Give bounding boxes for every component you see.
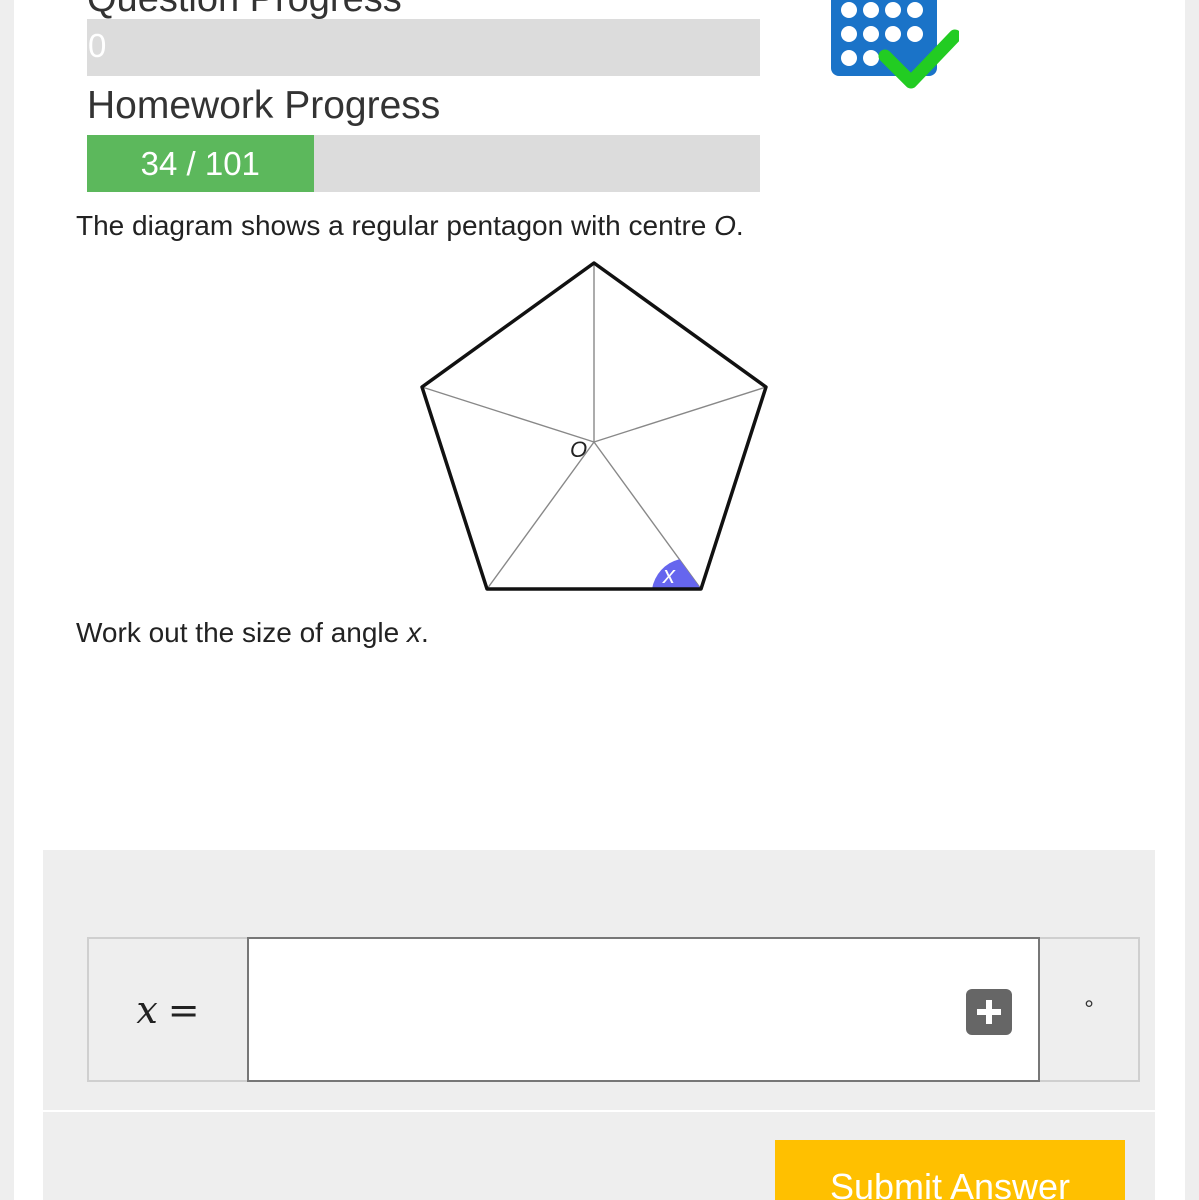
- question-progress-value: 0: [88, 27, 107, 64]
- question-progress-label: Question Progress: [87, 0, 402, 21]
- submit-answer-button[interactable]: Submit Answer: [775, 1140, 1125, 1200]
- answer-row: x = °: [87, 937, 1140, 1082]
- answer-input[interactable]: [249, 939, 951, 1082]
- homework-progress-bar: 34 / 101: [87, 135, 760, 192]
- question-text: The diagram shows a regular pentagon wit…: [76, 210, 744, 241]
- abacus-logo-icon: [831, 0, 959, 89]
- angle-label: x: [662, 562, 676, 589]
- center-label: O: [570, 437, 587, 462]
- pentagon-diagram: O x: [420, 261, 768, 591]
- answer-input-box[interactable]: [247, 937, 1040, 1082]
- plus-icon[interactable]: [966, 989, 1012, 1035]
- homework-progress-fill: 34 / 101: [87, 135, 314, 192]
- task-text: Work out the size of angle x.: [76, 617, 429, 648]
- answer-panel: x = °: [43, 850, 1155, 1112]
- angle-x-marker: [652, 559, 701, 589]
- answer-variable-label: x =: [136, 987, 200, 1032]
- question-progress-bar: 0: [87, 19, 760, 76]
- page: Question Progress 0 Homework Progress 34…: [14, 0, 1185, 1200]
- homework-progress-label: Homework Progress: [87, 84, 441, 127]
- degree-unit: °: [1084, 995, 1094, 1023]
